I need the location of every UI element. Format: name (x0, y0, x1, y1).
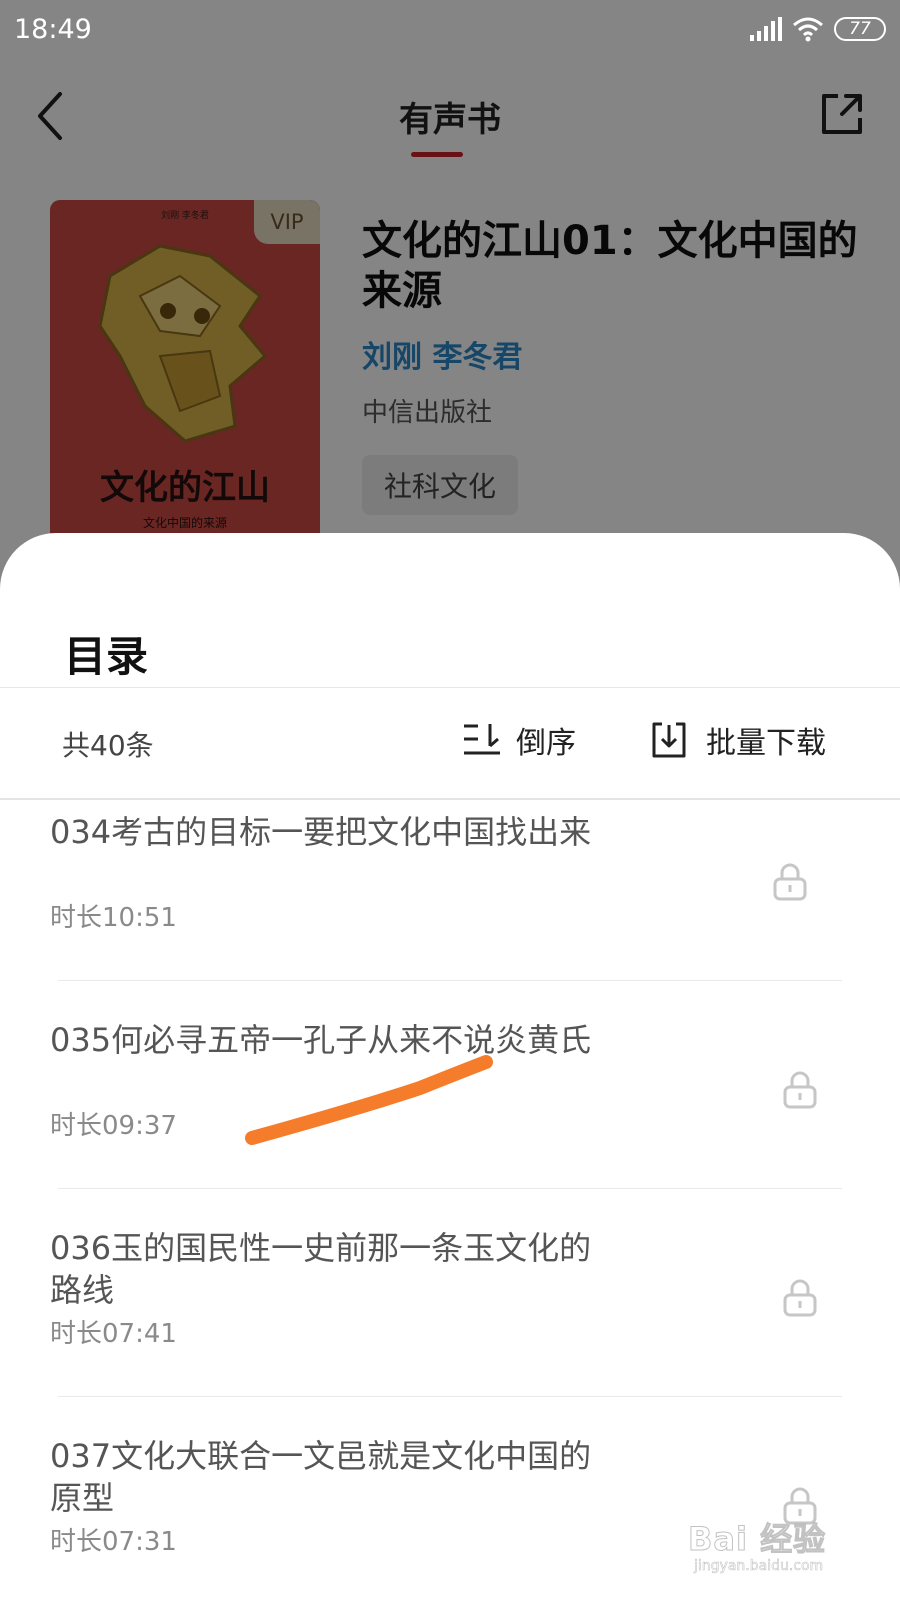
divider (0, 798, 900, 800)
chapter-count: 共40条 (62, 729, 154, 762)
reverse-order-button[interactable]: 倒序 (462, 718, 576, 762)
chapter-title: 036玉的国民性一史前那一条玉文化的路线 (50, 1229, 592, 1309)
catalog-sheet: 目录 共40条 倒序 批量下载 034考古的目标一要把文化中国找出来 时长10:… (0, 533, 900, 1600)
sort-icon (464, 724, 500, 755)
batch-download-button[interactable]: 批量下载 (650, 718, 826, 762)
status-icons: 77 (750, 16, 886, 42)
batch-download-label: 批量下载 (706, 726, 826, 761)
catalog-toolbar: 共40条 倒序 批量下载 (0, 688, 900, 796)
status-time: 18:49 (14, 14, 92, 45)
signal-icon (750, 17, 782, 41)
lock-icon (783, 1071, 817, 1109)
lock-icon (783, 1279, 817, 1317)
chapter-title: 034考古的目标一要把文化中国找出来 (50, 813, 592, 851)
chapter-item[interactable]: 035何必寻五帝一孔子从来不说炎黄氏 时长09:37 (0, 1019, 900, 1227)
chapter-duration: 时长10:51 (50, 903, 177, 933)
watermark-logo-text: Bai 经验 (687, 1520, 827, 1559)
battery-indicator: 77 (834, 17, 886, 41)
chapter-duration: 时长07:31 (50, 1527, 177, 1557)
wifi-icon (793, 17, 823, 42)
chapter-item[interactable]: 036玉的国民性一史前那一条玉文化的路线 时长07:41 (0, 1227, 900, 1435)
reverse-order-label: 倒序 (516, 726, 576, 761)
chapter-duration: 时长09:37 (50, 1111, 177, 1141)
item-divider (58, 1396, 842, 1397)
chapter-item[interactable]: 034考古的目标一要把文化中国找出来 时长10:51 (0, 811, 900, 1019)
item-divider (58, 1188, 842, 1189)
baidu-jingyan-watermark: Bai 经验 jingyan.baidu.com (687, 1514, 858, 1584)
lock-icon (773, 863, 807, 901)
sheet-title: 目录 (64, 632, 149, 681)
chapter-duration: 时长07:41 (50, 1319, 177, 1349)
chapter-title: 035何必寻五帝一孔子从来不说炎黄氏 (50, 1021, 592, 1059)
chapter-title: 037文化大联合一文邑就是文化中国的原型 (50, 1437, 592, 1517)
item-divider (58, 980, 842, 981)
status-bar-foreground: 18:49 77 (0, 0, 900, 64)
download-icon (652, 722, 686, 758)
watermark-url: jingyan.baidu.com (694, 1558, 824, 1575)
